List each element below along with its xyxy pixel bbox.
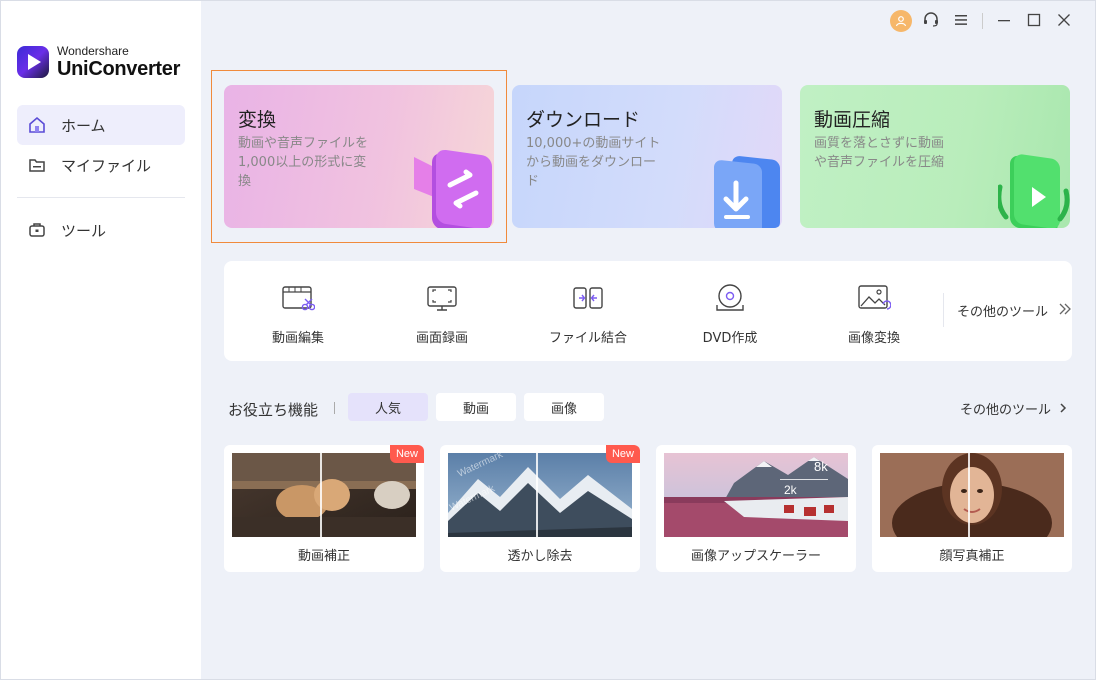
tab-image[interactable]: 画像 bbox=[524, 393, 604, 421]
feature-image-upscaler[interactable]: 8k 2k 画像アップスケーラー bbox=[656, 445, 856, 572]
tool-label: 画像変換 bbox=[847, 331, 900, 346]
menu-icon bbox=[954, 12, 968, 31]
card-title: ダウンロード bbox=[526, 109, 641, 131]
upscale-frame bbox=[780, 479, 828, 499]
double-chevron-right-icon bbox=[1058, 302, 1072, 319]
close-button[interactable] bbox=[1049, 9, 1079, 33]
sidebar-item-home[interactable]: ホーム bbox=[17, 105, 185, 145]
avatar-icon bbox=[890, 10, 912, 32]
headset-icon bbox=[922, 10, 940, 32]
compress-icon bbox=[996, 147, 1070, 228]
video-edit-icon bbox=[281, 283, 315, 313]
home-icon bbox=[27, 115, 47, 135]
video-enhance-thumbnail bbox=[232, 453, 416, 537]
feature-watermark-remove[interactable]: Watermark Watermark New 透かし除去 bbox=[440, 445, 640, 572]
comparison-divider bbox=[968, 453, 970, 537]
tool-screen-record[interactable]: 画面録画 bbox=[382, 261, 502, 361]
image-convert-icon bbox=[857, 283, 891, 313]
account-button[interactable] bbox=[886, 9, 916, 33]
more-tools-label: その他のツール bbox=[957, 305, 1049, 320]
tool-label: 動画編集 bbox=[271, 331, 324, 346]
tool-merge[interactable]: ファイル結合 bbox=[528, 261, 648, 361]
tool-video-edit[interactable]: 動画編集 bbox=[238, 261, 358, 361]
card-description: 画質を落とさずに動画や音声ファイルを圧縮 bbox=[814, 136, 945, 170]
merge-icon bbox=[571, 283, 605, 313]
uniconverter-logo-icon bbox=[17, 46, 49, 78]
image-upscaler-thumbnail: 8k 2k bbox=[664, 453, 848, 537]
sidebar-item-label: マイファイル bbox=[61, 156, 152, 175]
tab-video[interactable]: 動画 bbox=[436, 393, 516, 421]
feature-label: 顔写真補正 bbox=[939, 549, 1005, 564]
new-badge: New bbox=[606, 445, 640, 463]
card-title: 動画圧縮 bbox=[814, 109, 891, 131]
tool-dvd-create[interactable]: DVD作成 bbox=[670, 261, 790, 361]
watermark-remove-thumbnail: Watermark Watermark bbox=[448, 453, 632, 537]
download-card[interactable]: ダウンロード 10,000+の動画サイトから動画をダウンロード bbox=[512, 85, 782, 228]
maximize-icon bbox=[1027, 12, 1041, 31]
tools-bar: 動画編集 画面録画 ファイル結合 DVD作成 画像変換 その他のツール bbox=[224, 261, 1072, 361]
close-icon bbox=[1057, 12, 1071, 31]
sidebar-item-label: ツール bbox=[61, 221, 107, 240]
more-tools-button[interactable]: その他のツール bbox=[957, 301, 1072, 320]
face-enhance-thumbnail bbox=[880, 453, 1064, 537]
tool-label: ファイル結合 bbox=[548, 331, 627, 346]
app-window: Wondershare UniConverter ホーム マイファイル ツール bbox=[0, 0, 1096, 680]
maximize-button[interactable] bbox=[1019, 9, 1049, 33]
tool-label: DVD作成 bbox=[702, 331, 758, 346]
section-more-tools-link[interactable]: その他のツール bbox=[960, 399, 1067, 418]
comparison-divider bbox=[320, 453, 322, 537]
dvd-icon bbox=[713, 283, 747, 313]
section-more-label: その他のツール bbox=[959, 403, 1051, 418]
feature-video-enhance[interactable]: New 動画補正 bbox=[224, 445, 424, 572]
section-title: お役立ち機能 bbox=[228, 401, 319, 419]
screen-record-icon bbox=[425, 283, 459, 313]
sidebar-divider bbox=[17, 197, 185, 198]
card-description: 10,000+の動画サイトから動画をダウンロード bbox=[526, 136, 661, 189]
download-icon bbox=[710, 147, 782, 228]
folder-icon bbox=[27, 155, 47, 175]
compress-card[interactable]: 動画圧縮 画質を落とさずに動画や音声ファイルを圧縮 bbox=[800, 85, 1070, 228]
sidebar-item-tools[interactable]: ツール bbox=[17, 210, 185, 250]
feature-label: 画像アップスケーラー bbox=[690, 549, 821, 564]
tools-separator bbox=[943, 293, 944, 327]
toolbox-icon bbox=[27, 220, 47, 240]
sidebar-item-my-files[interactable]: マイファイル bbox=[17, 145, 185, 185]
new-badge: New bbox=[390, 445, 424, 463]
minimize-button[interactable] bbox=[989, 9, 1019, 33]
logo-product: UniConverter bbox=[57, 58, 181, 80]
section-divider bbox=[334, 402, 335, 414]
selection-highlight bbox=[211, 70, 507, 243]
sidebar-item-label: ホーム bbox=[61, 116, 106, 135]
app-logo: Wondershare UniConverter bbox=[17, 45, 180, 79]
title-bar bbox=[886, 9, 1079, 33]
tool-image-convert[interactable]: 画像変換 bbox=[814, 261, 934, 361]
sidebar: Wondershare UniConverter ホーム マイファイル ツール bbox=[1, 1, 201, 679]
logo-brand: Wondershare bbox=[57, 44, 129, 58]
menu-button[interactable] bbox=[946, 9, 976, 33]
tool-label: 画面録画 bbox=[415, 331, 468, 346]
feature-label: 動画補正 bbox=[297, 549, 350, 564]
titlebar-separator bbox=[982, 13, 983, 29]
minimize-icon bbox=[997, 12, 1011, 31]
feature-label: 透かし除去 bbox=[507, 549, 573, 564]
chevron-right-icon bbox=[1059, 402, 1067, 416]
feature-face-enhance[interactable]: 顔写真補正 bbox=[872, 445, 1072, 572]
comparison-divider bbox=[536, 453, 538, 537]
support-button[interactable] bbox=[916, 9, 946, 33]
tab-popular[interactable]: 人気 bbox=[348, 393, 428, 421]
upscale-tag-8k: 8k bbox=[814, 459, 828, 474]
